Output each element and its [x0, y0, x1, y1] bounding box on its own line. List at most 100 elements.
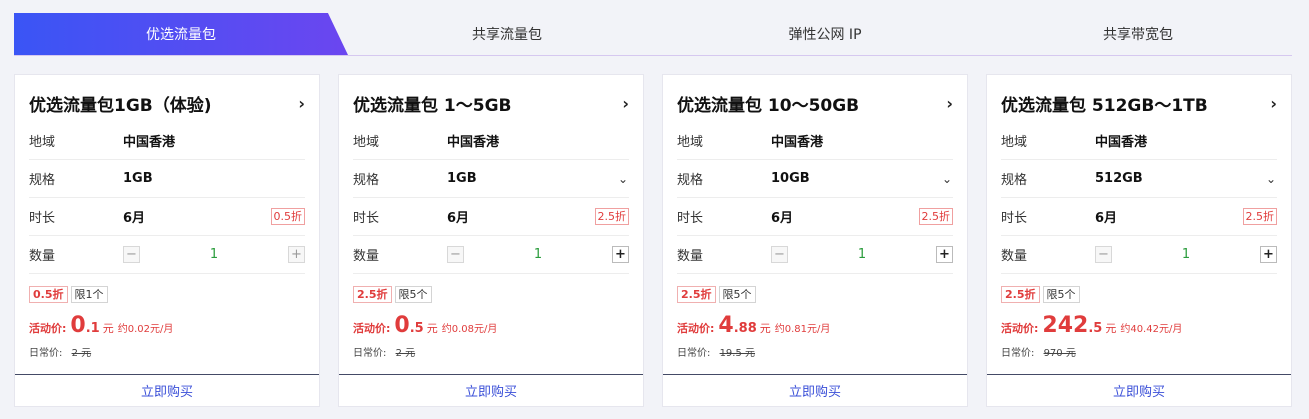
region-value: 中国香港	[447, 135, 500, 150]
discount-tag: 0.5折	[29, 286, 68, 303]
chevron-down-icon[interactable]: ⌄	[617, 172, 629, 186]
quantity-row: 数量 − 1 +	[677, 236, 953, 274]
price-integer: 0	[394, 313, 410, 338]
region-row: 地域 中国香港	[29, 122, 305, 160]
card-title: 优选流量包 1～5GB	[353, 95, 512, 116]
plus-icon[interactable]: +	[612, 246, 629, 263]
spec-row[interactable]: 规格 512GB ⌄	[1001, 160, 1277, 198]
duration-row: 时长 6月 2.5折	[1001, 198, 1277, 236]
quantity-value[interactable]: 1	[858, 247, 866, 262]
discount-tag: 2.5折	[353, 286, 392, 303]
duration-discount-badge: 2.5折	[1242, 208, 1277, 225]
buy-now-button[interactable]: 立即购买	[15, 374, 319, 406]
minus-icon[interactable]: −	[123, 246, 140, 263]
buy-now-button[interactable]: 立即购买	[987, 374, 1291, 406]
limit-tag: 限5个	[718, 286, 756, 303]
promo-price: 活动价: 0 .1 元 约0.02元/月	[29, 313, 173, 343]
quantity-stepper: − 1 +	[123, 246, 305, 263]
limit-tag: 限5个	[394, 286, 432, 303]
quantity-row: 数量 − 1 +	[353, 236, 629, 274]
chevron-down-icon[interactable]: ⌄	[1265, 172, 1277, 186]
plus-icon[interactable]: +	[936, 246, 953, 263]
duration-discount-badge: 2.5折	[594, 208, 629, 225]
card-header[interactable]: 优选流量包 10～50GB ›	[677, 89, 953, 117]
duration-value: 6月	[1095, 211, 1118, 226]
regular-price: 日常价: 19.5 元	[677, 344, 755, 359]
chevron-right-icon[interactable]: ›	[946, 94, 953, 113]
minus-icon[interactable]: −	[1095, 246, 1112, 263]
duration-discount-badge: 2.5折	[918, 208, 953, 225]
duration-discount-badge: 0.5折	[270, 208, 305, 225]
price-currency: 元	[1105, 322, 1117, 335]
monthly-price: 约0.08元/月	[441, 324, 498, 335]
spec-value: 1GB	[123, 171, 153, 186]
spec-select[interactable]: 512GB	[1095, 171, 1265, 186]
duration-value: 6月	[123, 211, 146, 226]
tab-premium-traffic[interactable]: 优选流量包	[14, 13, 348, 55]
spec-label: 规格	[353, 173, 380, 188]
promo-tags: 2.5折 限5个	[677, 286, 756, 303]
quantity-value[interactable]: 1	[1182, 247, 1190, 262]
quantity-row: 数量 − 1 +	[29, 236, 305, 274]
promo-price-label: 活动价:	[29, 322, 67, 335]
price-decimal: .88	[733, 321, 757, 336]
price-currency: 元	[426, 322, 438, 335]
buy-now-button[interactable]: 立即购买	[663, 374, 967, 406]
price-integer: 0	[70, 313, 86, 338]
duration-row: 时长 6月 2.5折	[677, 198, 953, 236]
duration-label: 时长	[1001, 211, 1028, 226]
price-currency: 元	[759, 322, 771, 335]
tab-shared-bandwidth[interactable]: 共享带宽包	[984, 13, 1292, 55]
spec-select[interactable]: 1GB	[447, 171, 617, 186]
monthly-price: 约0.02元/月	[117, 324, 174, 335]
minus-icon[interactable]: −	[771, 246, 788, 263]
limit-tag: 限5个	[1042, 286, 1080, 303]
regular-price-value: 19.5 元	[719, 348, 756, 359]
discount-tag: 2.5折	[677, 286, 716, 303]
minus-icon[interactable]: −	[447, 246, 464, 263]
promo-price: 活动价: 242 .5 元 约40.42元/月	[1001, 313, 1182, 343]
spec-row[interactable]: 规格 10GB ⌄	[677, 160, 953, 198]
price-decimal: .5	[409, 321, 424, 336]
regular-price-value: 2 元	[71, 348, 92, 359]
promo-price-label: 活动价:	[353, 322, 391, 335]
promo-price: 活动价: 4 .88 元 约0.81元/月	[677, 313, 830, 343]
monthly-price: 约40.42元/月	[1120, 324, 1183, 335]
limit-tag: 限1个	[70, 286, 108, 303]
spec-select[interactable]: 10GB	[771, 171, 941, 186]
duration-label: 时长	[677, 211, 704, 226]
price-currency: 元	[102, 322, 114, 335]
regular-price-label: 日常价:	[677, 348, 711, 359]
tab-shared-traffic[interactable]: 共享流量包	[348, 13, 666, 55]
region-row: 地域 中国香港	[1001, 122, 1277, 160]
plus-icon[interactable]: +	[288, 246, 305, 263]
chevron-right-icon[interactable]: ›	[1270, 94, 1277, 113]
duration-value: 6月	[447, 211, 470, 226]
chevron-down-icon[interactable]: ⌄	[941, 172, 953, 186]
quantity-stepper: − 1 +	[447, 246, 629, 263]
chevron-right-icon[interactable]: ›	[622, 94, 629, 113]
quantity-value[interactable]: 1	[534, 247, 542, 262]
buy-now-button[interactable]: 立即购买	[339, 374, 643, 406]
chevron-right-icon[interactable]: ›	[298, 94, 305, 113]
spec-row[interactable]: 规格 1GB ⌄	[353, 160, 629, 198]
quantity-value[interactable]: 1	[210, 247, 218, 262]
region-label: 地域	[1001, 135, 1028, 150]
card-header[interactable]: 优选流量包 1～5GB ›	[353, 89, 629, 117]
spec-label: 规格	[677, 173, 704, 188]
region-label: 地域	[677, 135, 704, 150]
duration-value: 6月	[771, 211, 794, 226]
tab-elastic-ip[interactable]: 弹性公网 IP	[666, 13, 984, 55]
regular-price-value: 970 元	[1043, 348, 1076, 359]
plus-icon[interactable]: +	[1260, 246, 1277, 263]
regular-price-value: 2 元	[395, 348, 416, 359]
quantity-row: 数量 − 1 +	[1001, 236, 1277, 274]
product-card: 优选流量包1GB（体验) › 地域 中国香港 规格 1GB 时长 6月 0.5折…	[14, 74, 320, 407]
card-header[interactable]: 优选流量包1GB（体验) ›	[29, 89, 305, 117]
product-card: 优选流量包 10～50GB › 地域 中国香港 规格 10GB ⌄ 时长 6月 …	[662, 74, 968, 407]
promo-tags: 2.5折 限5个	[1001, 286, 1080, 303]
regular-price-label: 日常价:	[353, 348, 387, 359]
card-header[interactable]: 优选流量包 512GB～1TB ›	[1001, 89, 1277, 117]
duration-label: 时长	[29, 211, 56, 226]
region-value: 中国香港	[1095, 135, 1148, 150]
